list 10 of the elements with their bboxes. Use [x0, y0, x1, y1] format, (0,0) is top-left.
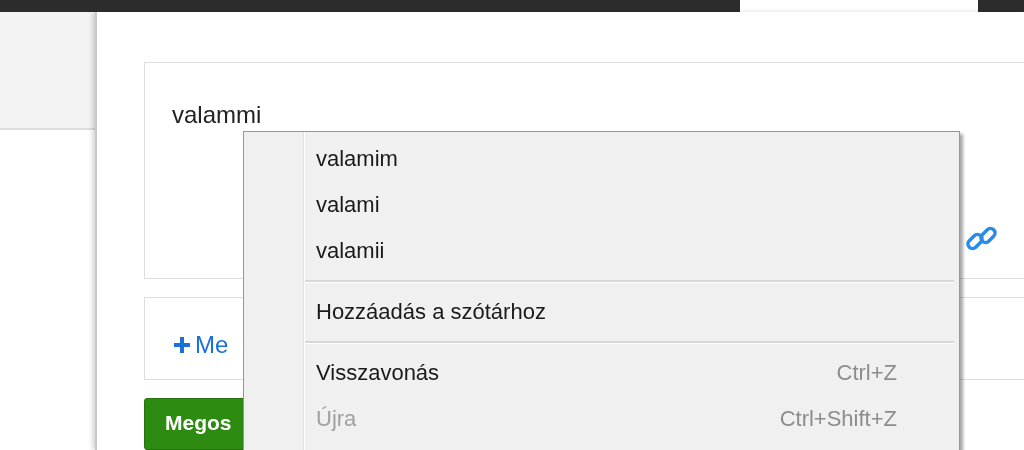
- spelling-suggestion[interactable]: valami: [244, 182, 959, 228]
- shortcut-label: Ctrl+Shift+Z: [779, 406, 897, 432]
- menu-item[interactable]: Visszavonás Ctrl+Z: [244, 350, 959, 396]
- add-link[interactable]: Me: [173, 330, 229, 359]
- spelling-suggestion[interactable]: valamii: [244, 228, 959, 274]
- menu-item[interactable]: Hozzáadás a szótárhoz: [244, 289, 959, 335]
- plus-icon: [173, 335, 191, 354]
- shortcut-label: Ctrl+Z: [836, 360, 897, 386]
- spelling-suggestion[interactable]: valamim: [244, 136, 959, 182]
- top-bar: [978, 0, 1024, 12]
